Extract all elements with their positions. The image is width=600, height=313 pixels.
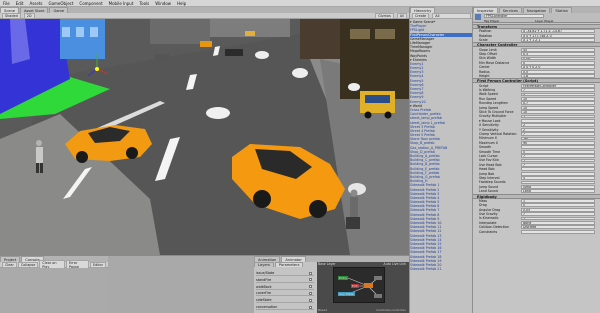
layer-label: Layer Player <box>535 18 554 23</box>
parameter-row[interactable]: walkBack <box>256 284 314 290</box>
console-panel: Project Console Clear Collapse Clear on … <box>0 255 108 313</box>
2d-toggle[interactable]: 2D <box>23 12 35 19</box>
white-rock <box>255 51 269 59</box>
any-state-node[interactable]: Any State <box>338 292 355 296</box>
empty-panel-area <box>108 255 254 313</box>
animator-parameters: Layers Parameters issue/State standFire wa… <box>254 262 317 313</box>
parameter-row[interactable]: conversation <box>256 304 314 310</box>
scene-view[interactable]: Scene Asset Store Game Shaded 2D Gizmos … <box>0 7 409 255</box>
param-subtabs: Layers Parameters <box>254 262 317 267</box>
gizmos-dropdown[interactable]: Gizmos <box>375 12 394 19</box>
hierarchy-toolbar: Create All <box>410 12 473 19</box>
parameter-row[interactable]: coverFire <box>256 290 314 297</box>
hierarchy-panel: Hierarchy Create All ▾ Game Scene* ThePl… <box>409 7 473 313</box>
parameter-name: walkBack <box>256 284 272 289</box>
console-log-area[interactable] <box>0 268 108 313</box>
tag-label: Tag Player <box>484 18 500 23</box>
parameter-name: sideState <box>256 298 272 303</box>
default-state-node <box>364 283 373 288</box>
state-machine-graph[interactable]: Entry Any State Exit <box>333 267 385 303</box>
light-blue-building <box>60 19 105 59</box>
state-connections <box>347 276 382 298</box>
property-label: Constraints <box>479 229 498 234</box>
parameter-row[interactable]: standFire <box>256 277 314 283</box>
shading-mode-dropdown[interactable]: Shaded <box>2 12 21 19</box>
clear-button[interactable]: Clear <box>2 261 17 268</box>
layer-value[interactable]: Player <box>544 19 553 23</box>
state-node <box>374 294 382 298</box>
tab-parameters[interactable]: Parameters <box>274 262 304 267</box>
parameter-checkbox[interactable] <box>309 285 312 289</box>
entry-node[interactable]: Entry <box>338 276 348 280</box>
menu-tools[interactable]: Tools <box>139 0 149 7</box>
state-node <box>374 276 382 280</box>
create-button[interactable]: Create <box>412 12 430 19</box>
menu-mobile-input[interactable]: Mobile Input <box>109 0 134 7</box>
parameter-row[interactable]: issue/State <box>256 270 314 276</box>
hierarchy-item[interactable]: Sidewalk Prefab 21 <box>410 267 473 271</box>
auto-live-link-toggle[interactable]: Auto Live Link <box>384 262 406 266</box>
menu-help[interactable]: Help <box>177 0 186 7</box>
editor-dropdown[interactable]: Editor <box>89 261 106 268</box>
parameter-name: conversation <box>256 305 278 309</box>
scene-3d-render <box>0 19 409 255</box>
exit-node[interactable]: Exit <box>351 284 359 288</box>
menu-gameobject[interactable]: GameObject <box>48 0 73 7</box>
base-layer-breadcrumb[interactable]: Base Layer <box>318 262 336 266</box>
hierarchy-list: ▾ Game Scene* ThePlayer FPSLight FirstPe… <box>410 20 473 271</box>
menu-edit[interactable]: Edit <box>16 0 24 7</box>
collapse-button[interactable]: Collapse <box>17 261 39 268</box>
controller-file: Controller.controller <box>376 308 406 312</box>
menu-bar: File Edit Assets GameObject Component Mobile … <box>0 0 600 7</box>
parameter-row[interactable]: sideState <box>256 297 314 304</box>
white-rock <box>206 107 230 119</box>
menu-file[interactable]: File <box>3 0 10 7</box>
object-name-field[interactable]: FPSController <box>484 14 544 18</box>
parameter-checkbox[interactable] <box>309 271 312 275</box>
gameobject-cube-icon <box>475 14 481 20</box>
property-value[interactable] <box>521 229 595 234</box>
menu-component[interactable]: Component <box>79 0 102 7</box>
parameter-checkbox[interactable] <box>309 278 312 282</box>
white-rock <box>348 83 360 91</box>
tag-value[interactable]: Player <box>490 19 499 23</box>
menu-window[interactable]: Window <box>155 0 171 7</box>
parameter-checkbox[interactable] <box>309 298 312 302</box>
hierarchy-search[interactable]: All <box>432 12 471 19</box>
parameter-name: issue/State <box>256 271 275 275</box>
parameter-checkbox[interactable] <box>309 305 312 309</box>
property-row: Constraints <box>473 230 600 234</box>
white-rock <box>292 68 308 78</box>
inspector-header: FPSController Tag Player Layer Player <box>473 13 600 23</box>
controller-footer: Base1 <box>318 308 328 312</box>
inspector-panel: Inspector Services Navigation Station FP… <box>472 7 600 313</box>
menu-assets[interactable]: Assets <box>29 0 42 7</box>
parameter-name: coverFire <box>256 291 272 296</box>
tab-layers[interactable]: Layers <box>254 262 274 267</box>
scene-search[interactable]: All <box>396 12 407 19</box>
parameter-checkbox[interactable] <box>309 291 312 295</box>
parameter-name: standFire <box>256 277 272 282</box>
